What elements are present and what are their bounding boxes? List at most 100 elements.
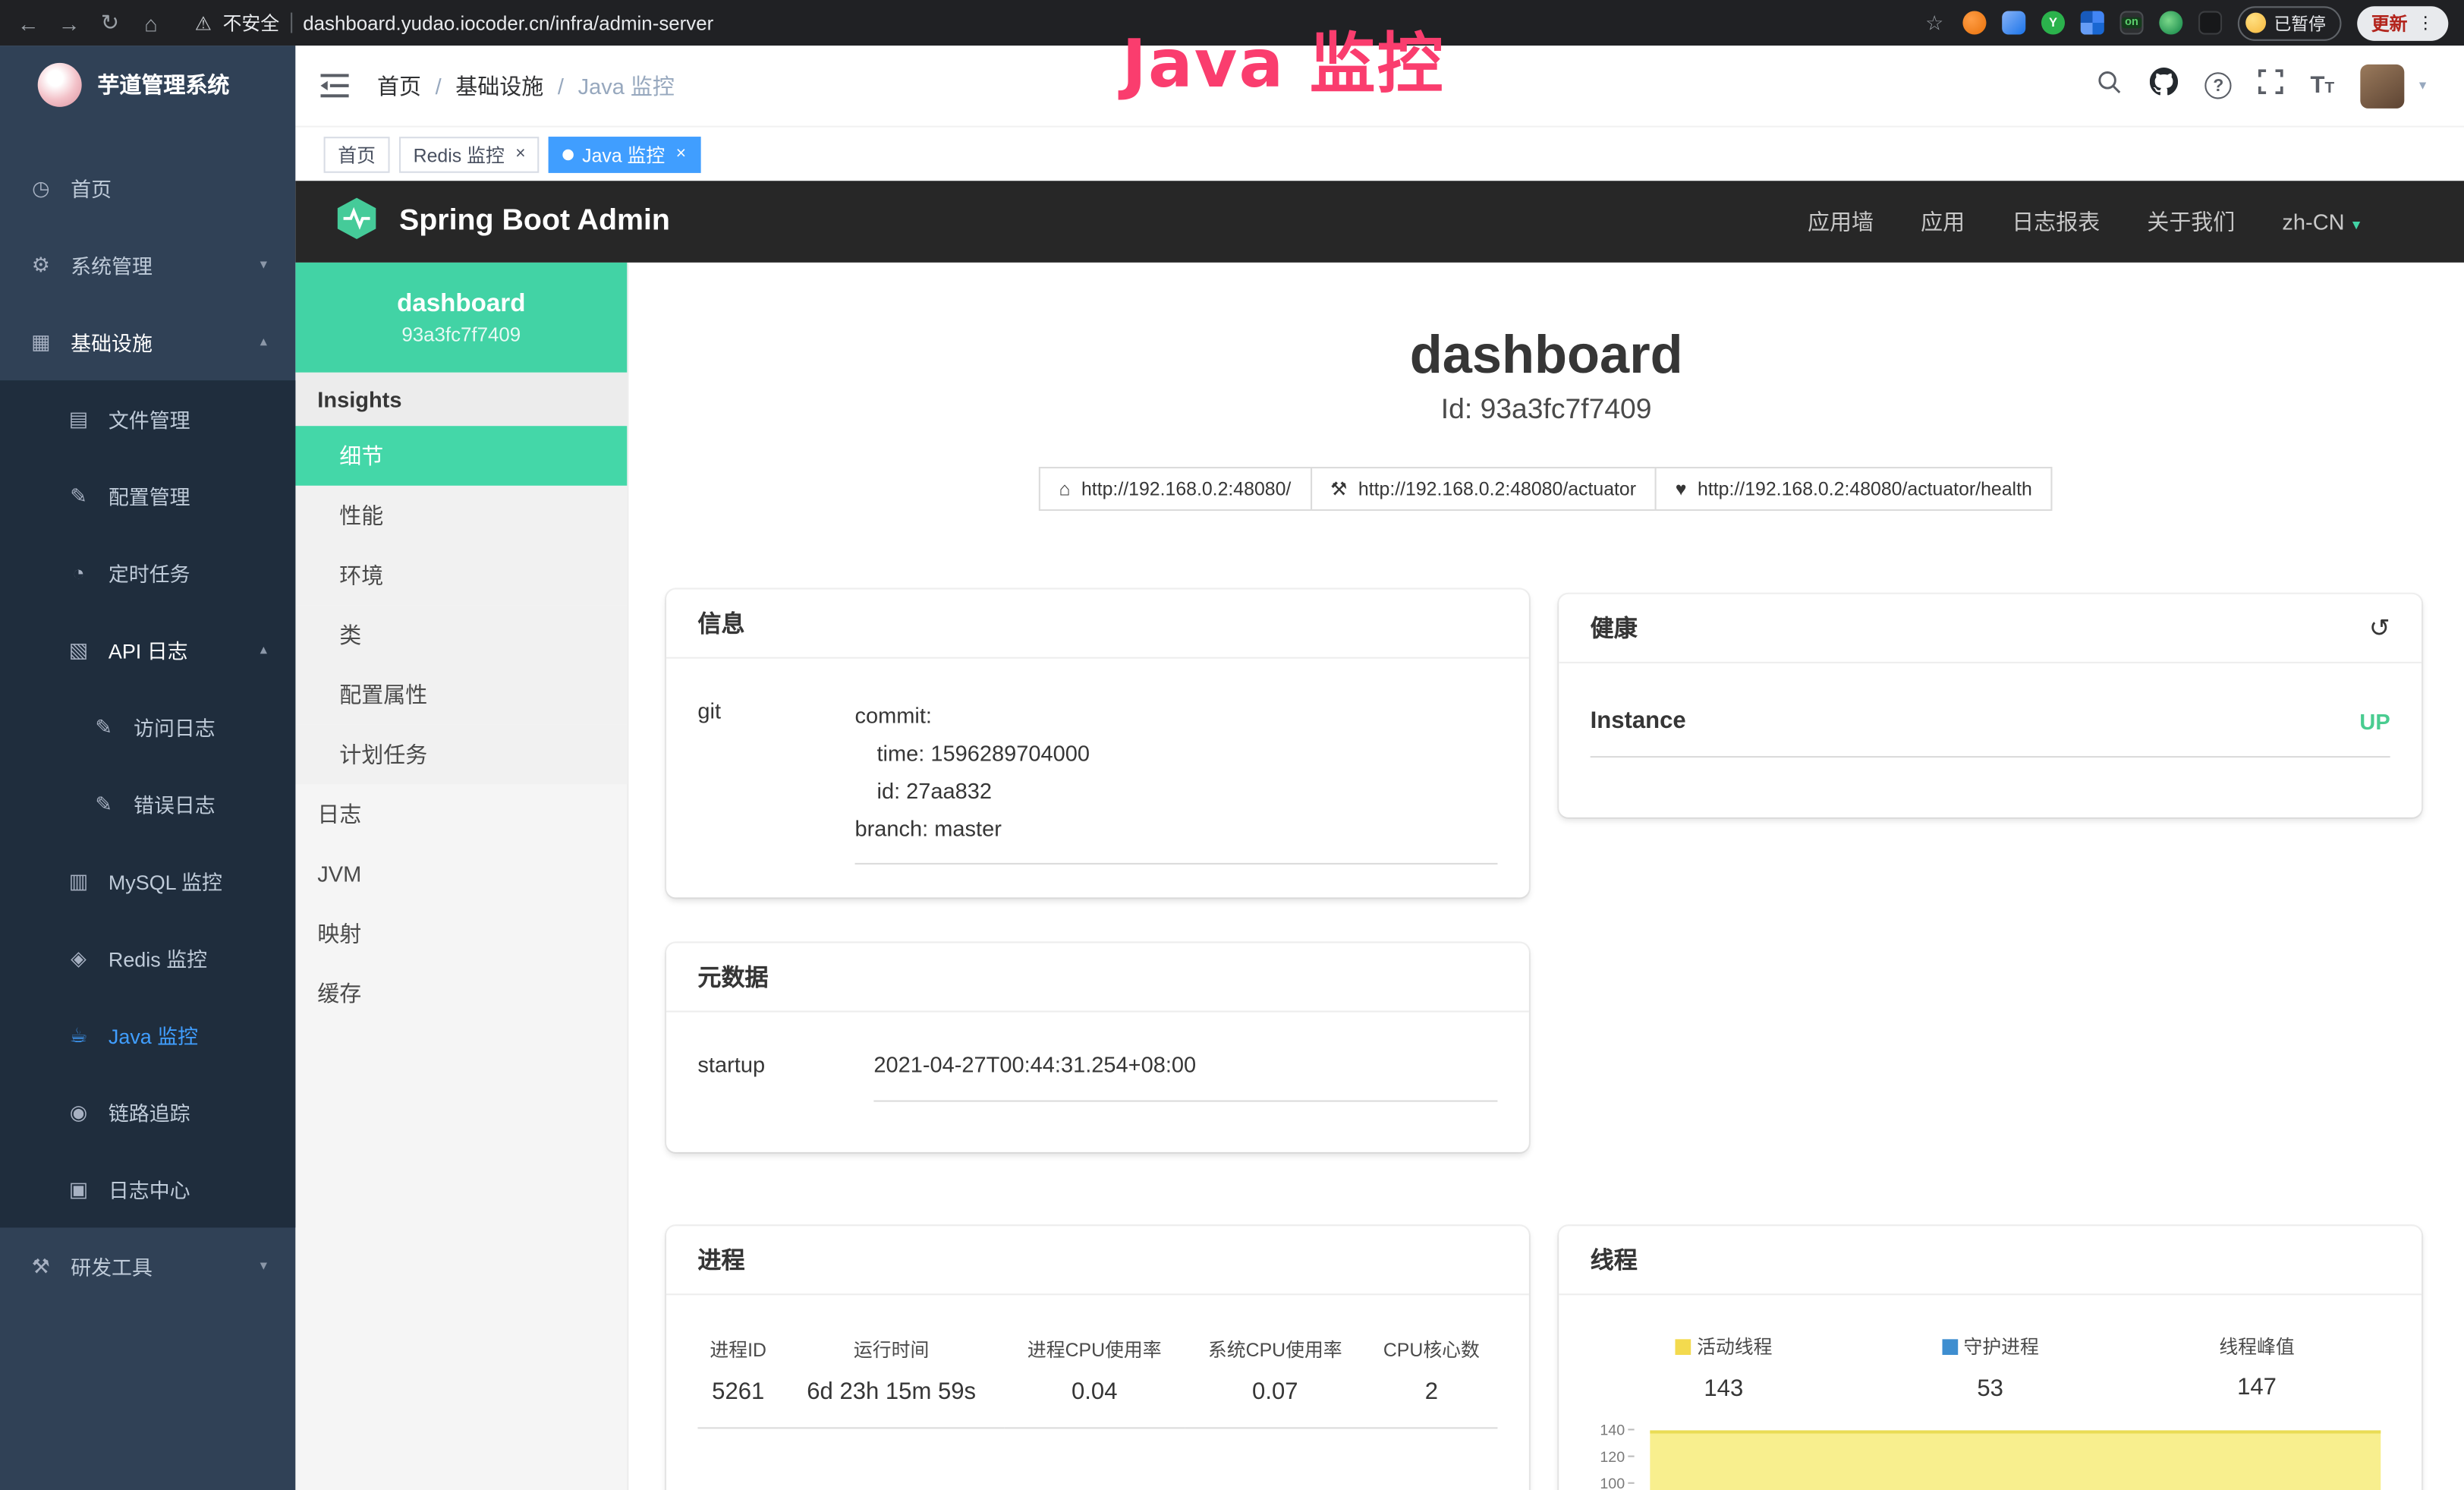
sidebar-item-label: Redis 监控 xyxy=(109,943,207,972)
sba-nav-journal[interactable]: 日志报表 xyxy=(2012,206,2100,237)
sba-menu-jvm[interactable]: JVM xyxy=(295,844,627,904)
sidebar-item-api-logs[interactable]: ▧ API 日志 ▴ xyxy=(0,612,295,688)
extension-icon-youdao[interactable]: Y xyxy=(2041,11,2065,34)
sba-nav-applications[interactable]: 应用 xyxy=(1921,206,1965,237)
help-icon[interactable]: ? xyxy=(2205,72,2232,99)
sba-logo-icon xyxy=(333,194,380,249)
infrastructure-icon: ▦ xyxy=(28,329,53,354)
sba-menu-environment[interactable]: 环境 xyxy=(295,546,627,606)
sidebar-item-scheduled-jobs[interactable]: ◔ 定时任务 xyxy=(0,534,295,611)
legend-peak-threads: 线程峰值 147 xyxy=(2123,1333,2390,1401)
close-icon[interactable]: × xyxy=(515,145,525,164)
git-branch: branch: master xyxy=(855,816,1002,841)
y-axis-tick: 100 xyxy=(1591,1477,1635,1490)
tag-java-monitor[interactable]: Java 监控 × xyxy=(549,136,700,172)
health-status-badge: UP xyxy=(2359,708,2390,733)
profile-paused-badge[interactable]: 已暂停 xyxy=(2238,5,2342,40)
search-icon[interactable] xyxy=(2097,68,2123,103)
font-size-big: T xyxy=(2310,72,2324,99)
endpoint-actuator-url[interactable]: ⚒ http://192.168.0.2:48080/actuator xyxy=(1310,467,1657,511)
history-icon[interactable]: ↺ xyxy=(2369,613,2390,644)
sba-menu-classes[interactable]: 类 xyxy=(295,605,627,665)
endpoint-health-url[interactable]: ♥ http://192.168.0.2:48080/actuator/heal… xyxy=(1655,467,2053,511)
sba-nav-about[interactable]: 关于我们 xyxy=(2147,206,2235,237)
sidebar-item-label: 日志中心 xyxy=(109,1174,190,1204)
sba-brand-title[interactable]: Spring Boot Admin xyxy=(399,204,670,239)
tag-redis-monitor[interactable]: Redis 监控 × xyxy=(399,136,540,172)
sidebar-item-log-center[interactable]: ▣ 日志中心 xyxy=(0,1151,295,1227)
sba-menu-caches[interactable]: 缓存 xyxy=(295,963,627,1023)
val-cpu-cores: 2 xyxy=(1365,1375,1497,1428)
sba-menu-config-props[interactable]: 配置属性 xyxy=(295,665,627,725)
github-icon[interactable] xyxy=(2150,68,2178,104)
paused-label: 已暂停 xyxy=(2274,10,2325,35)
metadata-card-header: 元数据 xyxy=(666,943,1529,1012)
health-card: 健康 ↺ Instance UP xyxy=(1559,594,2422,817)
sba-instance-header[interactable]: dashboard 93a3fc7f7409 xyxy=(295,263,627,373)
user-avatar[interactable] xyxy=(2361,64,2405,108)
sidebar-item-config-management[interactable]: ✎ 配置管理 xyxy=(0,458,295,534)
sba-menu-scheduled-tasks[interactable]: 计划任务 xyxy=(295,725,627,785)
chevron-up-icon: ▴ xyxy=(260,333,267,351)
refresh-icon[interactable]: ↻ xyxy=(97,9,122,36)
error-log-icon: ✎ xyxy=(91,792,116,817)
sba-menu-details[interactable]: 细节 xyxy=(295,426,627,486)
sidebar-fold-icon[interactable] xyxy=(320,74,348,97)
extension-icon-dark[interactable] xyxy=(2198,11,2222,34)
sba-section-insights[interactable]: Insights xyxy=(295,373,627,426)
tag-label: 首页 xyxy=(338,140,376,167)
close-icon[interactable]: × xyxy=(676,145,686,164)
threads-card: 线程 活动线程 143 守护进程 53 线程峰值 147 xyxy=(1559,1226,2422,1490)
sba-main: dashboard Id: 93a3fc7f7409 ⌂ http://192.… xyxy=(628,263,2464,1490)
sidebar-item-infrastructure[interactable]: ▦ 基础设施 ▴ xyxy=(0,304,295,380)
back-icon[interactable]: ← xyxy=(16,10,41,35)
extension-icon-blue[interactable] xyxy=(2002,11,2025,34)
forward-icon[interactable]: → xyxy=(57,10,82,35)
health-instance-row[interactable]: Instance UP xyxy=(1591,701,2390,758)
sidebar-item-error-logs[interactable]: ✎ 错误日志 xyxy=(0,765,295,842)
sidebar-item-dev-tools[interactable]: ⚒ 研发工具 ▾ xyxy=(0,1227,295,1304)
chevron-down-icon: ▾ xyxy=(260,1258,267,1275)
sidebar-item-mysql-monitor[interactable]: ▥ MySQL 监控 xyxy=(0,843,295,919)
sidebar-item-system-management[interactable]: ⚙ 系统管理 ▾ xyxy=(0,226,295,303)
card-title: 进程 xyxy=(697,1243,744,1276)
sidebar-item-java-monitor[interactable]: ☕ Java 监控 xyxy=(0,997,295,1073)
breadcrumb-item-home[interactable]: 首页 xyxy=(377,70,421,101)
app-logo[interactable]: 芋道管理系统 xyxy=(0,46,295,124)
extension-icon-leaf[interactable] xyxy=(2159,11,2182,34)
sidebar-item-label: 配置管理 xyxy=(109,481,190,511)
process-table-header-row: 进程ID 运行时间 进程CPU使用率 系统CPU使用率 CPU核心数 xyxy=(697,1333,1497,1375)
extension-icon-grid[interactable] xyxy=(2081,11,2104,34)
sba-locale-select[interactable]: zh-CN▾ xyxy=(2282,209,2360,234)
sidebar-item-access-logs[interactable]: ✎ 访问日志 xyxy=(0,688,295,765)
sba-menu-mappings[interactable]: 映射 xyxy=(295,904,627,964)
sidebar-item-file-management[interactable]: ▤ 文件管理 xyxy=(0,380,295,457)
sidebar-item-trace[interactable]: ◉ 链路追踪 xyxy=(0,1073,295,1150)
sidebar-item-home[interactable]: ◷ 首页 xyxy=(0,150,295,226)
chrome-update-button[interactable]: 更新 ⋮ xyxy=(2357,5,2448,40)
redis-icon: ◈ xyxy=(66,946,91,971)
sba-menu-logs[interactable]: 日志 xyxy=(295,784,627,844)
avatar-caret-icon[interactable]: ▾ xyxy=(2419,77,2426,94)
sba-menu-performance[interactable]: 性能 xyxy=(295,486,627,546)
bookmark-star-icon[interactable]: ☆ xyxy=(1922,10,1947,35)
sidebar-item-label: 访问日志 xyxy=(134,712,216,742)
log-center-icon: ▣ xyxy=(66,1177,91,1202)
card-title: 信息 xyxy=(697,606,744,639)
sba-nav-wallboard[interactable]: 应用墙 xyxy=(1808,206,1874,237)
address-bar[interactable]: ⚠ 不安全 dashboard.yudao.iocoder.cn/infra/a… xyxy=(195,9,713,36)
font-size-icon[interactable]: TT xyxy=(2310,72,2334,99)
extension-icon-orange[interactable] xyxy=(1962,11,1986,34)
fullscreen-icon[interactable] xyxy=(2258,69,2283,102)
browser-home-icon[interactable]: ⌂ xyxy=(138,10,163,35)
caret-down-icon: ▾ xyxy=(2352,217,2360,235)
sidebar-item-redis-monitor[interactable]: ◈ Redis 监控 xyxy=(0,919,295,996)
extension-icon-switch-on[interactable]: on xyxy=(2120,11,2144,34)
endpoint-service-url[interactable]: ⌂ http://192.168.0.2:48080/ xyxy=(1039,467,1312,511)
col-uptime: 运行时间 xyxy=(779,1333,1004,1375)
tag-home[interactable]: 首页 xyxy=(324,136,390,172)
sba-sidebar: dashboard 93a3fc7f7409 Insights 细节 性能 环境… xyxy=(295,263,628,1490)
mysql-icon: ▥ xyxy=(66,868,91,893)
breadcrumb-item-infrastructure[interactable]: 基础设施 xyxy=(455,70,543,101)
browser-menu-icon[interactable]: ⋮ xyxy=(2417,13,2434,33)
